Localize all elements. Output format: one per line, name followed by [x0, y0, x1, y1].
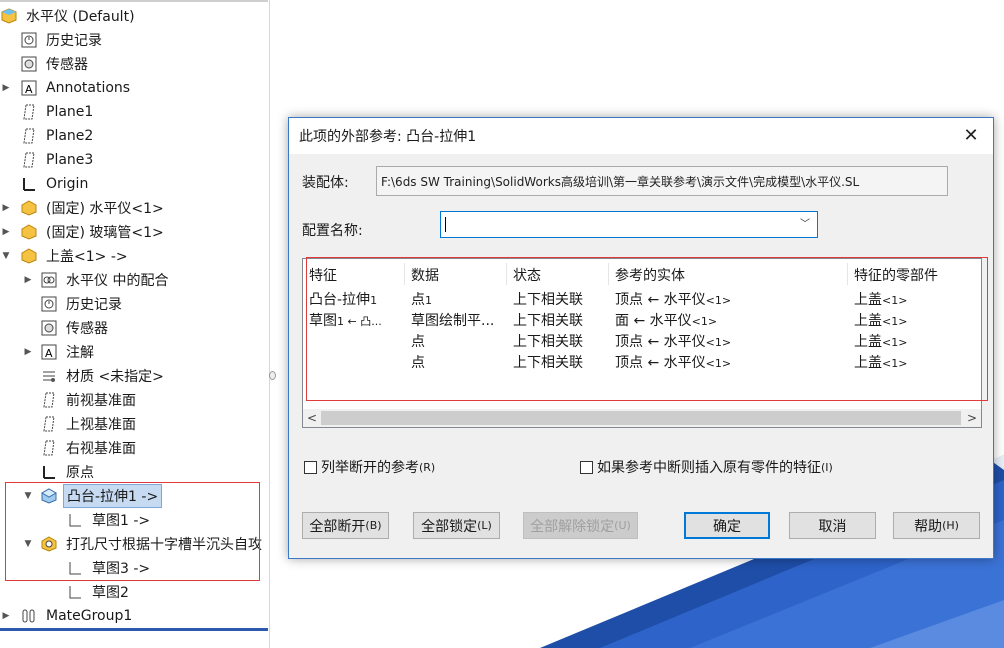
- tree-item-plane3[interactable]: Plane3: [0, 148, 268, 172]
- help-button[interactable]: 帮助 (H): [893, 512, 980, 539]
- tree-item-plane1[interactable]: Plane1: [0, 100, 268, 124]
- highlight-box-list: [306, 257, 988, 401]
- checkbox-box[interactable]: [304, 460, 317, 474]
- assembly-path-field: F:\6ds SW Training\SolidWorks高级培训\第一章关联参…: [376, 166, 948, 196]
- annotations-icon: A: [40, 343, 58, 361]
- text-caret: [445, 217, 446, 232]
- plane-icon: [20, 151, 38, 169]
- origin-icon: [40, 463, 58, 481]
- tree-item-annotations[interactable]: ▶ A Annotations: [0, 76, 268, 100]
- sensor-icon: [20, 55, 38, 73]
- svg-text:A: A: [25, 83, 33, 96]
- tree-bottom-divider: [0, 628, 268, 631]
- tree-item-annotations-sub[interactable]: ▶ A 注解: [0, 340, 268, 364]
- plane-icon: [40, 415, 58, 433]
- tree-item-origin[interactable]: Origin: [0, 172, 268, 196]
- list-broken-references-checkbox[interactable]: 列举断开的参考 (R): [304, 457, 435, 477]
- unlock-all-button[interactable]: 全部解除锁定 (U): [523, 512, 638, 539]
- expand-arrow-icon[interactable]: ▶: [22, 275, 34, 285]
- tree-item-fixed-level[interactable]: ▶ (固定) 水平仪<1>: [0, 196, 268, 220]
- part-icon: [20, 223, 38, 241]
- tree-item-front-plane[interactable]: 前视基准面: [0, 388, 268, 412]
- history-icon: [20, 31, 38, 49]
- plane-icon: [40, 439, 58, 457]
- expand-arrow-icon[interactable]: ▶: [0, 203, 12, 213]
- tree-item-sensors-sub[interactable]: 传感器: [0, 316, 268, 340]
- highlight-box-tree: [5, 482, 260, 581]
- scroll-left-icon[interactable]: <: [303, 409, 321, 427]
- part-icon: [20, 247, 38, 265]
- origin-icon: [20, 175, 38, 193]
- dialog-title: 此项的外部参考: 凸台-拉伸1: [299, 129, 477, 145]
- sketch-icon: [66, 583, 84, 601]
- plane-icon: [20, 103, 38, 121]
- scrollbar-thumb[interactable]: [321, 411, 961, 425]
- checkbox-box[interactable]: [580, 460, 593, 474]
- assembly-label: 装配体:: [302, 175, 349, 191]
- sensor-icon: [40, 319, 58, 337]
- mategroup-icon: [20, 607, 38, 625]
- panel-splitter-handle[interactable]: [268, 360, 277, 390]
- tree-top-edge: [0, 0, 268, 2]
- material-icon: [40, 367, 58, 385]
- chevron-down-icon[interactable]: ﹀: [797, 216, 813, 234]
- mates-icon: [40, 271, 58, 289]
- svg-text:A: A: [45, 347, 53, 360]
- assembly-icon: [0, 7, 18, 25]
- tree-item-mategroup1[interactable]: ▶ MateGroup1: [0, 604, 268, 628]
- annotations-icon: A: [20, 79, 38, 97]
- break-all-button[interactable]: 全部断开 (B): [302, 512, 389, 539]
- tree-item-top-cover[interactable]: ▼ 上盖<1> ->: [0, 244, 268, 268]
- tree-root-label: 水平仪 (Default): [26, 9, 135, 25]
- lock-all-button[interactable]: 全部锁定 (L): [413, 512, 500, 539]
- cancel-button[interactable]: 取消: [789, 512, 876, 539]
- tree-item-fixed-glass-tube[interactable]: ▶ (固定) 玻璃管<1>: [0, 220, 268, 244]
- plane-icon: [40, 391, 58, 409]
- tree-item-material[interactable]: 材质 <未指定>: [0, 364, 268, 388]
- tree-item-mates[interactable]: ▶ 水平仪 中的配合: [0, 268, 268, 292]
- tree-root[interactable]: 水平仪 (Default): [0, 4, 268, 28]
- dialog-titlebar: 此项的外部参考: 凸台-拉伸1: [289, 118, 993, 154]
- tree-item-sensors[interactable]: 传感器: [0, 52, 268, 76]
- config-name-label: 配置名称:: [302, 223, 363, 239]
- tree-item-history-sub[interactable]: 历史记录: [0, 292, 268, 316]
- tree-item-origin-sub[interactable]: 原点: [0, 460, 268, 484]
- feature-tree[interactable]: 水平仪 (Default) 历史记录 传感器 ▶ A Annotations P…: [0, 0, 270, 648]
- expand-arrow-icon[interactable]: ▶: [0, 611, 12, 621]
- horizontal-scrollbar[interactable]: < >: [303, 409, 981, 427]
- close-icon[interactable]: ✕: [961, 126, 981, 146]
- external-references-dialog: 此项的外部参考: 凸台-拉伸1 ✕ 装配体: F:\6ds SW Trainin…: [288, 117, 994, 559]
- insert-original-features-checkbox[interactable]: 如果参考中断则插入原有零件的特征 (I): [580, 457, 833, 477]
- part-icon: [20, 199, 38, 217]
- plane-icon: [20, 127, 38, 145]
- tree-item-top-plane[interactable]: 上视基准面: [0, 412, 268, 436]
- tree-item-sketch2[interactable]: 草图2: [0, 580, 268, 604]
- expand-arrow-icon[interactable]: ▶: [22, 347, 34, 357]
- history-icon: [40, 295, 58, 313]
- expand-arrow-icon[interactable]: ▶: [0, 227, 12, 237]
- collapse-arrow-icon[interactable]: ▼: [0, 251, 12, 261]
- tree-item-plane2[interactable]: Plane2: [0, 124, 268, 148]
- scroll-right-icon[interactable]: >: [963, 409, 981, 427]
- ok-button[interactable]: 确定: [684, 512, 770, 539]
- config-name-combobox[interactable]: ﹀: [440, 211, 818, 238]
- tree-item-right-plane[interactable]: 右视基准面: [0, 436, 268, 460]
- expand-arrow-icon[interactable]: ▶: [0, 83, 12, 93]
- tree-item-history[interactable]: 历史记录: [0, 28, 268, 52]
